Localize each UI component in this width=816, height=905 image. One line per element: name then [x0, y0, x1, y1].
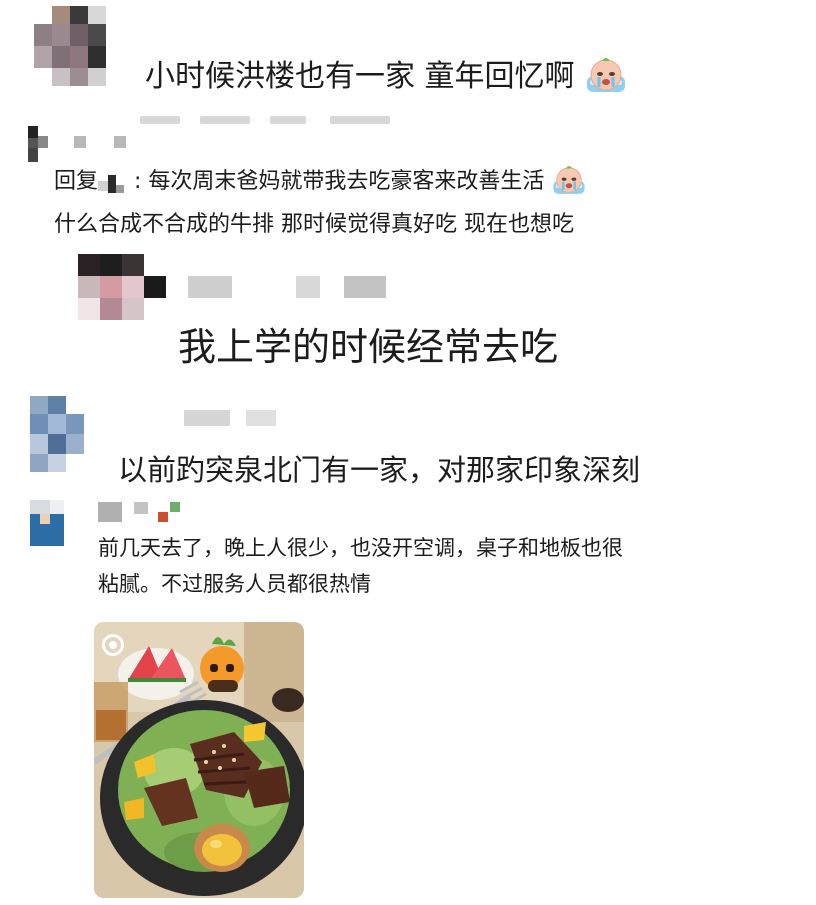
avatar[interactable]	[30, 500, 70, 546]
comment-text: 小时候洪楼也有一家 童年回忆啊	[145, 57, 628, 97]
photo-illustration	[94, 622, 304, 898]
reply-prefix: 回复	[54, 169, 99, 194]
comment-text: 我上学的时候经常去吃	[178, 325, 559, 369]
avatar[interactable]	[28, 126, 128, 162]
live-photo-icon	[102, 634, 124, 656]
crying-face-emoji	[584, 56, 628, 94]
comment-text: 以前趵突泉北门有一家，对那家印象深刻	[118, 453, 641, 487]
avatar[interactable]	[30, 396, 94, 476]
reply-line-2: 什么合成不合成的牛排 那时候觉得真好吃 现在也想吃	[54, 212, 574, 237]
comment-line-2: 粘腻。不过服务人员都很热情	[98, 572, 371, 596]
avatar[interactable]	[34, 6, 118, 88]
crying-face-emoji	[551, 164, 587, 196]
steak-salad-photo[interactable]	[94, 622, 304, 898]
mentioned-user-obscured[interactable]	[98, 171, 134, 193]
reply-line-1: 回复 : 每次周末爸妈就带我去吃豪客来改善生活	[54, 165, 587, 199]
avatar[interactable]	[78, 254, 170, 320]
comment-meta-obscured	[140, 112, 400, 124]
comment-line-1: 前几天去了，晚上人很少，也没开空调，桌子和地板也很	[98, 536, 623, 560]
